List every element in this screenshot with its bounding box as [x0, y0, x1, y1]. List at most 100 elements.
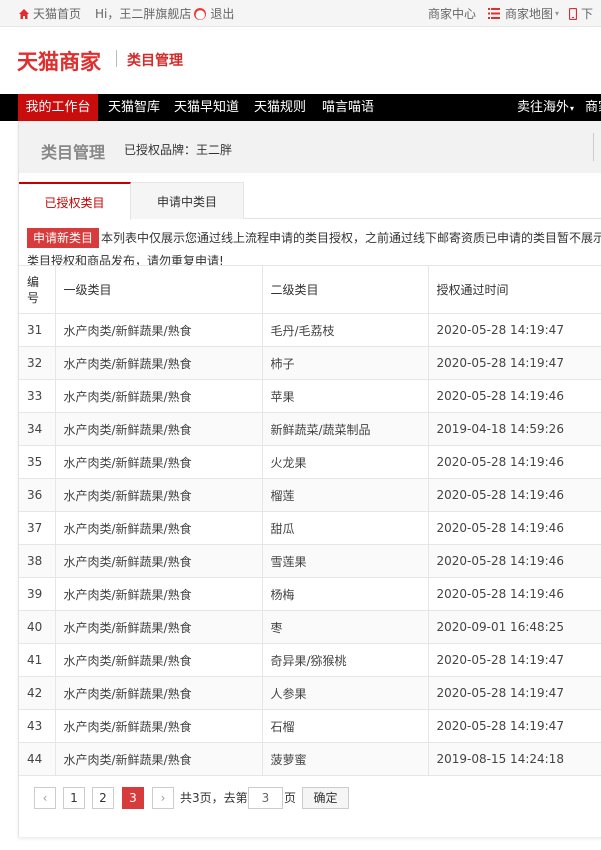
cell-level1: 水产肉类/新鲜蔬果/熟食	[55, 379, 263, 413]
nav-item-think-tank[interactable]: 天猫智库	[108, 94, 160, 121]
cell-level1: 水产肉类/新鲜蔬果/熟食	[55, 577, 263, 611]
total-pages-text: 共3页，去第	[180, 791, 248, 805]
cell-auth-time: 2020-09-01 16:48:25	[428, 610, 601, 644]
cell-auth-time: 2020-05-28 14:19:46	[428, 544, 601, 578]
cell-number: 34	[19, 412, 56, 446]
cell-level1: 水产肉类/新鲜蔬果/熟食	[55, 511, 263, 545]
cell-level2: 人参果	[262, 676, 429, 710]
goto-page-input[interactable]	[248, 787, 283, 809]
tmall-merchant-logo[interactable]: 天猫商家	[17, 46, 101, 76]
tab-pending[interactable]: 申请中类目	[131, 182, 244, 219]
table-row: 42 水产肉类/新鲜蔬果/熟食 人参果 2020-05-28 14:19:47	[19, 676, 601, 710]
cell-level2: 新鲜蔬菜/蔬菜制品	[262, 412, 429, 446]
cell-level2: 杨梅	[262, 577, 429, 611]
confirm-page-button[interactable]: 确定	[302, 787, 349, 809]
cell-number: 38	[19, 544, 56, 578]
cell-auth-time: 2020-05-28 14:19:46	[428, 478, 601, 512]
cell-level2: 柿子	[262, 346, 429, 380]
col-header-level1: 一级类目	[55, 265, 263, 314]
cell-level2: 雪莲果	[262, 544, 429, 578]
cell-number: 43	[19, 709, 56, 743]
nav-item-rules[interactable]: 天猫规则	[254, 94, 306, 121]
table-row: 37 水产肉类/新鲜蔬果/熟食 甜瓜 2020-05-28 14:19:46	[19, 511, 601, 545]
cell-number: 42	[19, 676, 56, 710]
prev-page-button[interactable]: ‹	[34, 787, 56, 809]
table-row: 44 水产肉类/新鲜蔬果/熟食 菠萝蜜 2019-08-15 14:24:18	[19, 742, 601, 776]
cell-level2: 石榴	[262, 709, 429, 743]
nav-item-early-know[interactable]: 天猫早知道	[174, 94, 239, 121]
tmall-cat-icon: ●	[194, 6, 207, 21]
apply-new-category-button[interactable]: 申请新类目	[27, 228, 100, 248]
cell-number: 37	[19, 511, 56, 545]
cell-auth-time: 2020-05-28 14:19:46	[428, 379, 601, 413]
list-icon	[488, 8, 501, 19]
cell-level2: 榴莲	[262, 478, 429, 512]
download-link[interactable]: 下	[581, 5, 593, 22]
cell-number: 44	[19, 742, 56, 776]
nav-item-overseas[interactable]: 卖往海外▾	[517, 94, 574, 121]
table-row: 35 水产肉类/新鲜蔬果/熟食 火龙果 2020-05-28 14:19:46	[19, 445, 601, 479]
nav-item-meow-talk[interactable]: 喵言喵语	[322, 94, 374, 121]
table-row: 32 水产肉类/新鲜蔬果/熟食 柿子 2020-05-28 14:19:47	[19, 346, 601, 380]
main-nav: 我的工作台 天猫智库 天猫早知道 天猫规则 喵言喵语 卖往海外▾ 商家	[0, 94, 601, 121]
cell-auth-time: 2020-05-28 14:19:47	[428, 643, 601, 677]
cell-auth-time: 2020-05-28 14:19:47	[428, 676, 601, 710]
merchant-map-link[interactable]: 商家地图	[505, 5, 553, 22]
nav-overseas-label: 卖往海外	[517, 100, 570, 115]
home-link[interactable]: 天猫首页	[33, 5, 81, 22]
cell-level1: 水产肉类/新鲜蔬果/熟食	[55, 742, 263, 776]
page-title: 类目管理	[41, 143, 106, 162]
greeting-text: Hi，王二胖旗舰店	[95, 7, 192, 21]
chevron-down-icon: ▾	[555, 9, 560, 18]
cell-level1: 水产肉类/新鲜蔬果/熟食	[55, 478, 263, 512]
notice-text-line2: 类目授权和商品发布，请勿重复申请!	[27, 254, 224, 265]
logout-link[interactable]: 退出	[210, 5, 234, 22]
page-button-3[interactable]: 3	[122, 787, 144, 809]
page-suffix-text: 页	[284, 791, 297, 805]
cell-number: 41	[19, 643, 56, 677]
header-divider	[116, 50, 117, 67]
notice-text-line1: 本列表中仅展示您通过线上流程申请的类目授权，之前通过线下邮寄资质已申请的类目暂不…	[101, 231, 601, 245]
cell-level2: 奇异果/猕猴桃	[262, 643, 429, 677]
cell-auth-time: 2020-05-28 14:19:46	[428, 445, 601, 479]
nav-item-more[interactable]: 商家	[585, 94, 601, 121]
table-row: 36 水产肉类/新鲜蔬果/熟食 榴莲 2020-05-28 14:19:46	[19, 478, 601, 512]
notice: 申请新类目 本列表中仅展示您通过线上流程申请的类目授权，之前通过线下邮寄资质已申请…	[19, 219, 601, 265]
table-row: 39 水产肉类/新鲜蔬果/熟食 杨梅 2020-05-28 14:19:46	[19, 577, 601, 611]
phone-icon	[569, 7, 578, 20]
cell-number: 36	[19, 478, 56, 512]
next-page-button[interactable]: ›	[152, 787, 174, 809]
cell-auth-time: 2019-08-15 14:24:18	[428, 742, 601, 776]
cell-level2: 毛丹/毛荔枝	[262, 313, 429, 347]
cell-auth-time: 2020-05-28 14:19:46	[428, 577, 601, 611]
cell-level1: 水产肉类/新鲜蔬果/熟食	[55, 610, 263, 644]
cell-level1: 水产肉类/新鲜蔬果/熟食	[55, 346, 263, 380]
cell-number: 33	[19, 379, 56, 413]
page-button-1[interactable]: 1	[63, 787, 85, 809]
merchant-center-link[interactable]: 商家中心	[428, 5, 476, 22]
cell-level1: 水产肉类/新鲜蔬果/熟食	[55, 544, 263, 578]
cell-level1: 水产肉类/新鲜蔬果/熟食	[55, 709, 263, 743]
cell-auth-time: 2020-05-28 14:19:47	[428, 709, 601, 743]
page-button-2[interactable]: 2	[92, 787, 114, 809]
top-utility-bar: 天猫首页 Hi，王二胖旗舰店 ● 退出 商家中心 商家地图 ▾ 下	[0, 0, 601, 27]
cell-level1: 水产肉类/新鲜蔬果/熟食	[55, 676, 263, 710]
cell-level2: 甜瓜	[262, 511, 429, 545]
cell-level2: 枣	[262, 610, 429, 644]
section-title: 类目管理	[127, 53, 183, 69]
category-table: 编号 一级类目 二级类目 授权通过时间 31 水产肉类/新鲜蔬果/熟食 毛丹/毛荔枝…	[19, 265, 601, 776]
home-icon	[19, 8, 29, 19]
cell-number: 31	[19, 313, 56, 347]
pagination: ‹ 1 2 3 › 共3页，去第 页 确定	[19, 776, 601, 824]
cell-auth-time: 2020-05-28 14:19:47	[428, 346, 601, 380]
nav-item-workbench[interactable]: 我的工作台	[18, 94, 98, 121]
table-row: 43 水产肉类/新鲜蔬果/熟食 石榴 2020-05-28 14:19:47	[19, 709, 601, 743]
summary-bar: 类目管理 已授权品牌：王二胖	[19, 121, 601, 173]
cell-level2: 火龙果	[262, 445, 429, 479]
table-row: 33 水产肉类/新鲜蔬果/熟食 苹果 2020-05-28 14:19:46	[19, 379, 601, 413]
main-content: 类目管理 已授权品牌：王二胖 已授权类目 申请中类目 申请新类目 本列表中仅展示您…	[18, 121, 601, 837]
cell-level1: 水产肉类/新鲜蔬果/熟食	[55, 313, 263, 347]
tab-authorized[interactable]: 已授权类目	[19, 182, 131, 220]
tab-bar: 已授权类目 申请中类目	[19, 182, 601, 220]
table-row: 40 水产肉类/新鲜蔬果/熟食枣 2020-09-01 16:48:25	[19, 610, 601, 644]
